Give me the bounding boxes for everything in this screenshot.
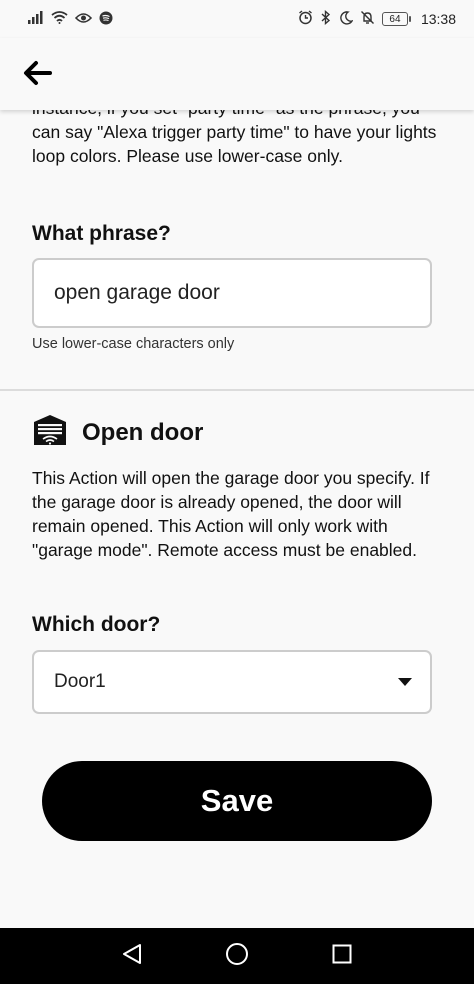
clock-time: 13:38 (420, 11, 456, 27)
back-button[interactable] (20, 60, 54, 90)
save-button[interactable]: Save (42, 761, 432, 841)
eye-icon (74, 11, 93, 27)
app-header (0, 38, 474, 110)
system-nav-bar (0, 928, 474, 984)
nav-recents-button[interactable] (322, 936, 362, 976)
door-select[interactable]: Door1 (32, 650, 432, 714)
door-label: Which door? (32, 613, 161, 636)
nav-back-button[interactable] (112, 936, 152, 976)
phrase-field[interactable] (32, 258, 432, 328)
status-bar: 64 13:38 (0, 0, 474, 38)
nav-home-button[interactable] (217, 936, 257, 976)
spotify-icon (99, 11, 113, 28)
back-triangle-icon (122, 943, 142, 970)
phrase-input[interactable] (54, 281, 410, 305)
garage-door-icon (32, 414, 68, 451)
action-description: This Action will open the garage door yo… (32, 468, 430, 560)
phrase-label: What phrase? (32, 222, 171, 245)
battery-icon: 64 (381, 12, 411, 26)
mute-icon (360, 10, 375, 28)
scroll-content[interactable]: instance, if you set "party time" as the… (0, 110, 474, 928)
phrase-intro-text: instance, if you set "party time" as the… (32, 110, 437, 166)
section-divider (0, 389, 474, 391)
alarm-icon (298, 10, 313, 28)
status-left-icons (28, 11, 113, 28)
signal-icon (28, 11, 44, 27)
wifi-icon (51, 11, 68, 27)
home-circle-icon (225, 942, 249, 971)
moon-icon (339, 10, 354, 28)
action-title: Open door (82, 418, 204, 446)
phrase-helper-text: Use lower-case characters only (32, 336, 235, 352)
arrow-left-icon (22, 60, 52, 91)
battery-level: 64 (389, 13, 401, 25)
status-right-icons: 64 13:38 (298, 9, 456, 28)
bluetooth-icon (320, 9, 332, 28)
chevron-down-icon (398, 673, 412, 691)
action-header: Open door (32, 414, 203, 451)
door-select-value: Door1 (54, 671, 106, 692)
recents-square-icon (332, 944, 352, 969)
